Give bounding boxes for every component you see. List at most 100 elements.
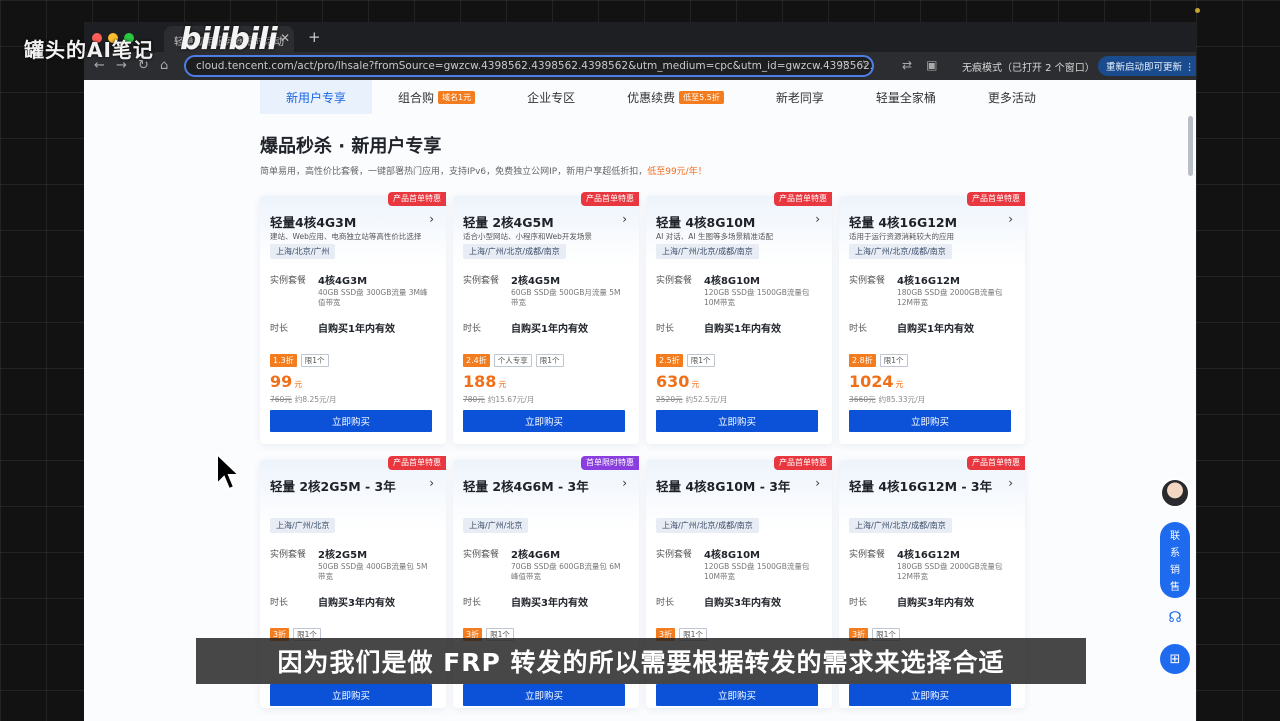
home-icon[interactable]: ⌂ (160, 58, 168, 73)
duration-value: 自购买3年内有效 (704, 598, 781, 609)
limit-tag: 个人专享 (493, 354, 532, 367)
product-card[interactable]: 产品首单特惠 轻量 4核16G12M › 适用于运行资源消耗较大的应用 上海/广州/北京… (839, 192, 1025, 444)
new-tab-icon[interactable]: + (308, 28, 321, 46)
card-title[interactable]: 轻量 4核16G12M (849, 212, 957, 231)
nav-tab-label: 新老同享 (775, 90, 824, 105)
update-button[interactable]: 重新启动即可更新 ⋮ (1098, 56, 1196, 76)
chevron-right-icon[interactable]: › (1008, 212, 1013, 226)
chevron-right-icon[interactable]: › (815, 476, 820, 490)
nav-tab-4[interactable]: 新老同享 (750, 80, 850, 114)
card-title[interactable]: 轻量 4核16G12M - 3年 (849, 476, 992, 495)
translate-icon[interactable]: ⇄ (902, 58, 912, 72)
buy-button[interactable]: 立即购买 (463, 684, 625, 706)
spec-label: 实例套餐 (656, 276, 693, 286)
product-card[interactable]: 产品首单特惠轻量 2核4G5M › 适合小型网站、小程序和Web开发场景上海/广州/… (453, 192, 639, 444)
scrollbar[interactable] (1188, 116, 1193, 176)
nav-tab-label: 新用户专享 (286, 90, 347, 105)
nav-tab-2[interactable]: 企业专区 (501, 80, 601, 114)
duration-value: 自购买3年内有效 (897, 598, 974, 609)
nav-tab-5[interactable]: 轻量全家桶 (850, 80, 962, 114)
region-tag: 上海/广州/北京 (463, 518, 529, 533)
chevron-right-icon[interactable]: › (815, 212, 820, 226)
spec-value: 4核16G12M (897, 276, 960, 287)
address-bar[interactable]: cloud.tencent.com/act/pro/lhsale?fromSou… (184, 55, 874, 77)
nav-tab-label: 优惠续费 (627, 90, 676, 105)
buy-button[interactable]: 立即购买 (463, 410, 625, 432)
product-card[interactable]: 产品首单特惠 轻量 4核8G10M › AI 对话、AI 生图等多场景精准适配 上海/广… (646, 192, 832, 444)
spec-label: 实例套餐 (656, 550, 693, 560)
region-tag: 上海/广州/北京/成都/南京 (463, 244, 566, 259)
service-avatar[interactable] (1160, 478, 1190, 508)
card-title[interactable]: 轻量4核4G3M (270, 212, 356, 231)
tag-row: 2.8折 限1个 (849, 354, 908, 367)
spec-value: 4核4G3M (318, 276, 368, 287)
contact-label-char: 售 (1170, 582, 1180, 593)
tab-close-icon[interactable]: ✕ (280, 31, 290, 45)
card-description: 建站、Web应用、电商独立站等高性价比选择 (270, 232, 422, 241)
eye-off-icon[interactable]: ◌ (839, 58, 849, 71)
region-tag: 上海/广州/北京/成都/南京 (849, 518, 952, 533)
card-title[interactable]: 轻量 2核4G5M (463, 212, 554, 231)
gift-icon[interactable]: ⊞ (1160, 644, 1190, 674)
region-tag: 上海/广州/北京/成都/南京 (656, 518, 759, 533)
video-subtitle: 因为我们是做 FRP 转发的所以需要根据转发的需求来选择合适 (196, 638, 1086, 684)
price-value: 99 (270, 372, 293, 391)
nav-tab-1[interactable]: 组合购 域名1元 (372, 80, 501, 114)
chevron-right-icon[interactable]: › (622, 476, 627, 490)
chevron-right-icon[interactable]: › (429, 212, 434, 226)
extensions-icon[interactable]: ▣ (926, 58, 937, 72)
original-price: 3660元 约85.33元/月 (849, 394, 925, 405)
discount-badge: 2.8折 (849, 354, 876, 367)
tag-row: 2.5折 限1个 (656, 354, 715, 367)
chevron-right-icon[interactable]: › (429, 476, 434, 490)
card-title[interactable]: 轻量 4核8G10M - 3年 (656, 476, 790, 495)
buy-button[interactable]: 立即购买 (656, 410, 818, 432)
buy-button[interactable]: 立即购买 (656, 684, 818, 706)
spec-value: 4核16G12M (897, 550, 960, 561)
buy-button[interactable]: 立即购买 (849, 410, 1011, 432)
region-tag: 上海/北京/广州 (270, 244, 336, 259)
product-card[interactable]: 产品首单特惠 轻量4核4G3M › 建站、Web应用、电商独立站等高性价比选择 上海/北… (260, 192, 446, 444)
promo-ribbon: 首单限时特惠 (581, 456, 639, 470)
original-price: 2520元 约52.5元/月 (656, 394, 727, 405)
chevron-right-icon[interactable]: › (622, 212, 627, 226)
promo-ribbon: 产品首单特惠 (774, 192, 832, 206)
spec-detail: 180GB SSD盘 2000GB流量包 12M带宽 (897, 562, 1003, 581)
nav-tab-0[interactable]: 新用户专享 (260, 80, 373, 114)
headset-icon[interactable]: ☊ (1164, 608, 1186, 630)
contact-sales-button[interactable]: 联系销售 (1160, 522, 1190, 598)
nav-tab-3[interactable]: 优惠续费 低至5.5折 (601, 80, 750, 114)
contact-label-char: 销 (1170, 565, 1180, 576)
duration-label: 时长 (463, 324, 482, 334)
buy-button[interactable]: 立即购买 (270, 684, 432, 706)
duration-label: 时长 (656, 324, 675, 334)
duration-value: 自购买3年内有效 (318, 598, 395, 609)
mouse-cursor-icon (216, 452, 242, 491)
nav-badge: 域名1元 (438, 90, 476, 104)
price: 188 元 (463, 372, 506, 391)
chevron-right-icon[interactable]: › (1008, 476, 1013, 490)
spec-label: 实例套餐 (270, 276, 307, 286)
duration-value: 自购买1年内有效 (897, 324, 974, 335)
card-title[interactable]: 轻量 4核8G10M (656, 212, 755, 231)
url-actions: ◌ ☆ (839, 58, 868, 71)
buy-button[interactable]: 立即购买 (849, 684, 1011, 706)
promo-ribbon: 产品首单特惠 (581, 192, 639, 206)
card-title[interactable]: 轻量 2核2G5M - 3年 (270, 476, 396, 495)
limit-tag: 限1个 (879, 354, 908, 367)
card-title[interactable]: 轻量 2核4G6M - 3年 (463, 476, 589, 495)
promo-ribbon: 产品首单特惠 (967, 192, 1025, 206)
incognito-indicator[interactable]: 无痕模式（已打开 2 个窗口） (962, 59, 1095, 74)
spec-value: 4核8G10M (704, 550, 760, 561)
original-price: 780元 约15.67元/月 (463, 394, 534, 405)
card-description: 适用于运行资源消耗较大的应用 (849, 232, 954, 241)
bookmark-star-icon[interactable]: ☆ (859, 58, 869, 71)
spec-label: 实例套餐 (463, 276, 500, 286)
subtitle-text: 简单易用，高性价比套餐，一键部署热门应用，支持IPv6，免费独立公网IP，新用户… (260, 167, 648, 177)
nav-tab-6[interactable]: 更多活动 (962, 80, 1062, 114)
price-unit: 元 (691, 380, 700, 389)
card-description: 适合小型网站、小程序和Web开发场景 (463, 232, 592, 241)
spec-label: 实例套餐 (849, 276, 886, 286)
promo-ribbon: 产品首单特惠 (388, 456, 446, 470)
buy-button[interactable]: 立即购买 (270, 410, 432, 432)
